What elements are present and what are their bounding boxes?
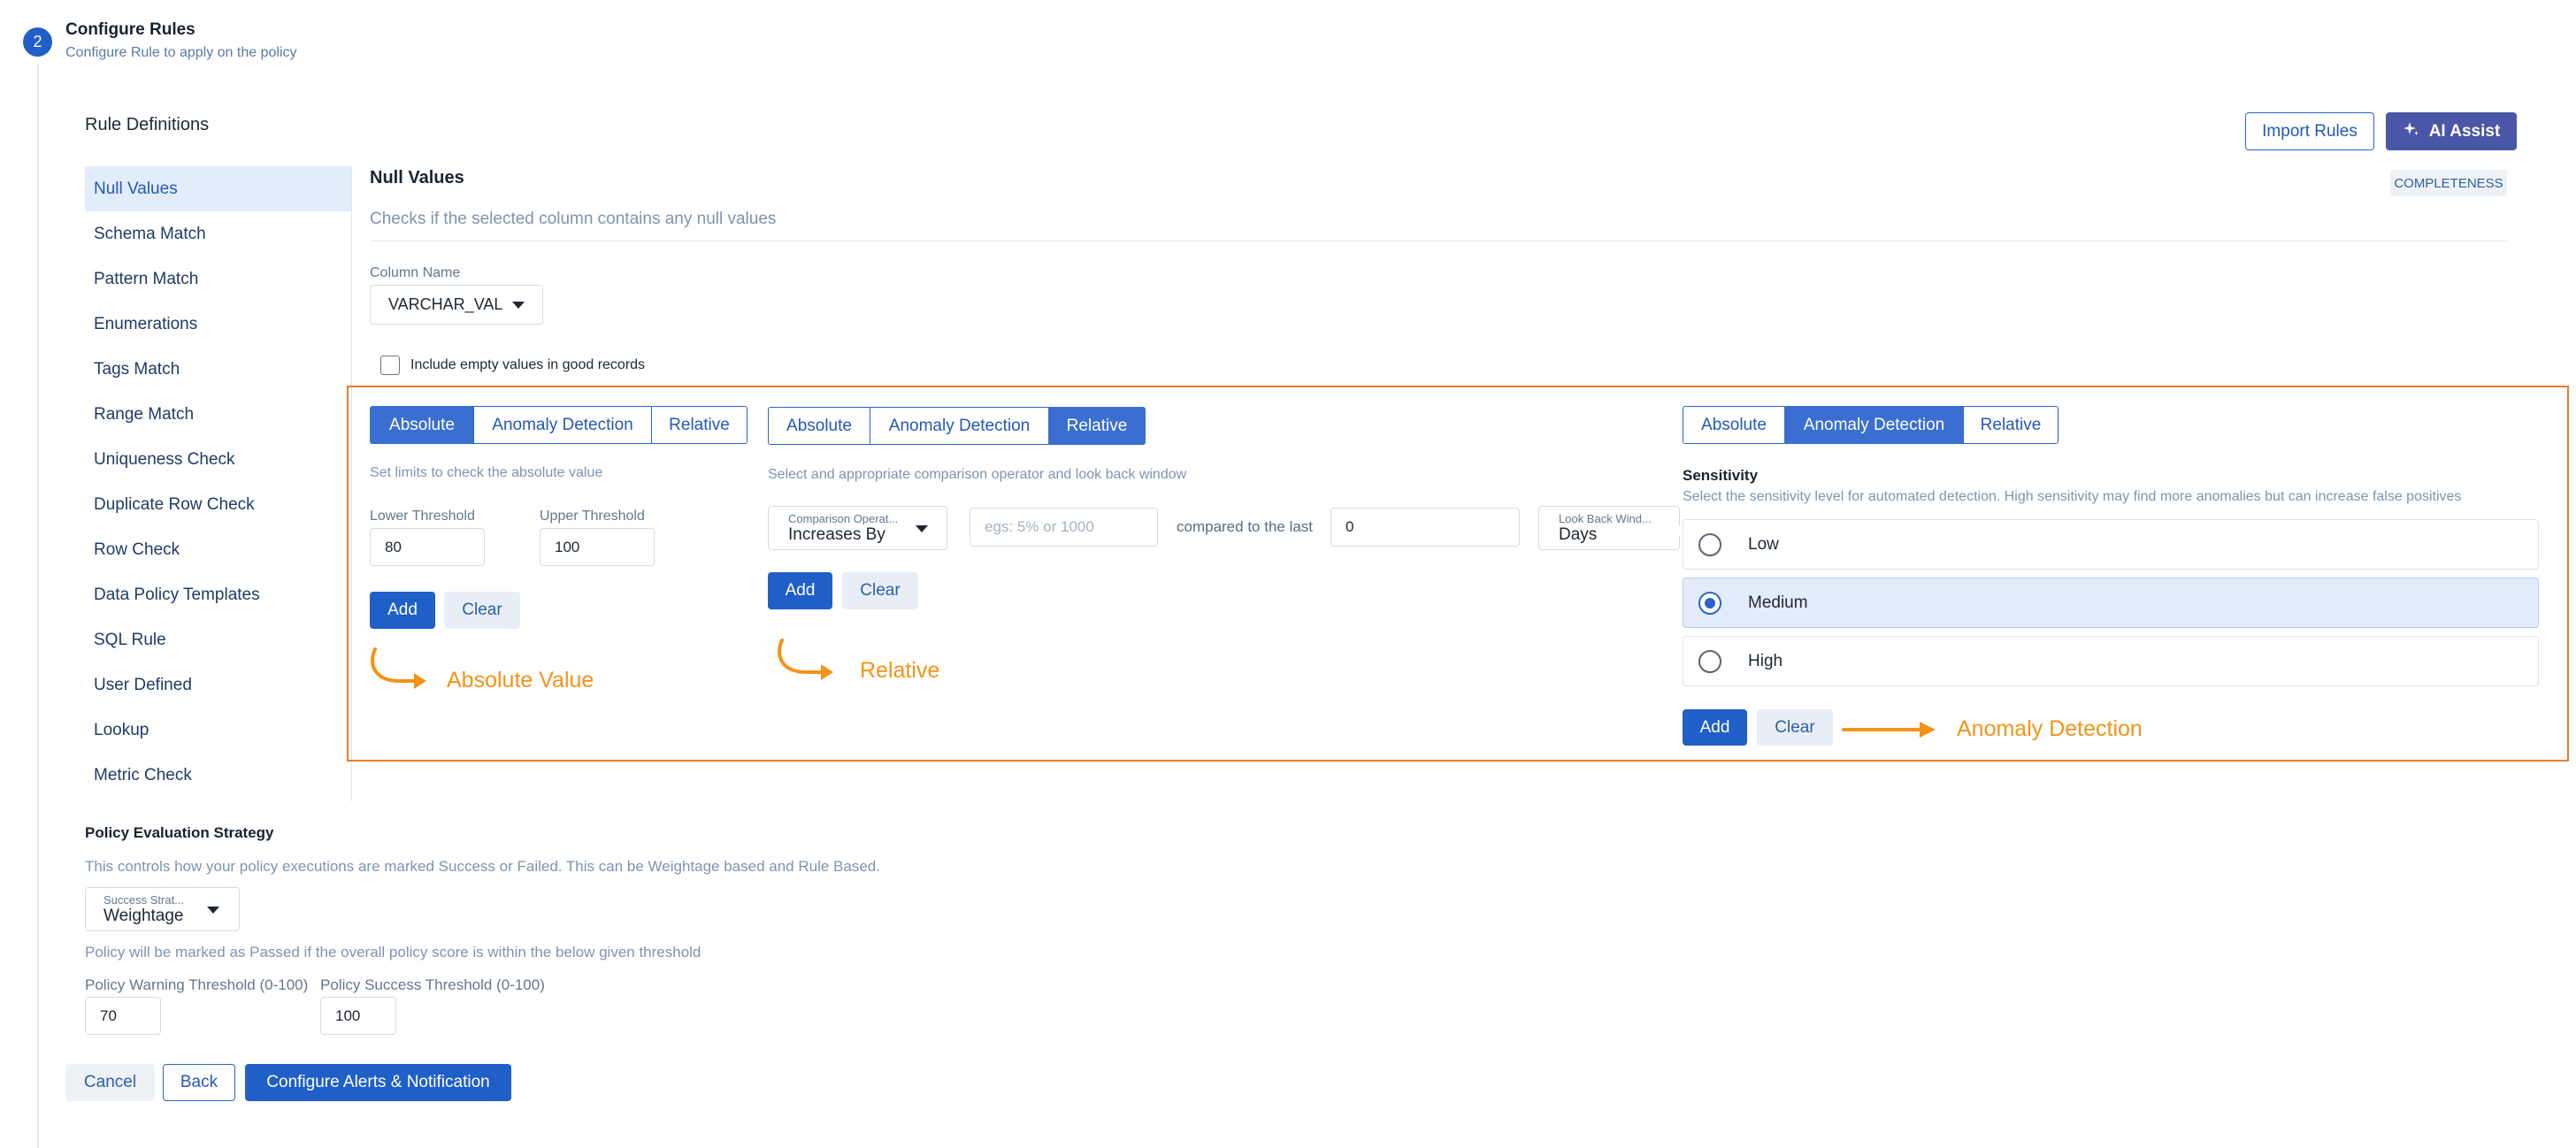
tab-absolute[interactable]: Absolute bbox=[768, 407, 870, 445]
sidebar-item-data-policy-templates[interactable]: Data Policy Templates bbox=[85, 572, 352, 617]
policy-strategy-description: This controls how your policy executions… bbox=[85, 858, 880, 875]
step-title: Configure Rules bbox=[65, 20, 196, 39]
lookback-value-input[interactable]: 0 bbox=[1330, 508, 1520, 547]
tab-anomaly-detection[interactable]: Anomaly Detection bbox=[1783, 406, 1965, 444]
rule-definitions-title: Rule Definitions bbox=[85, 115, 210, 134]
chevron-down-icon bbox=[512, 302, 525, 309]
comparison-amount-placeholder: egs: 5% or 1000 bbox=[985, 518, 1094, 535]
sidebar-item-tags-match[interactable]: Tags Match bbox=[85, 347, 352, 392]
import-rules-button[interactable]: Import Rules bbox=[2245, 112, 2374, 150]
chevron-down-icon bbox=[207, 907, 219, 914]
sidebar-item-null-values[interactable]: Null Values bbox=[85, 166, 352, 211]
tab-relative[interactable]: Relative bbox=[651, 406, 748, 444]
absolute-clear-button[interactable]: Clear bbox=[444, 592, 520, 629]
mode-tabs-relative: Absolute Anomaly Detection Relative bbox=[768, 407, 1146, 445]
relative-clear-button[interactable]: Clear bbox=[842, 572, 918, 609]
absolute-description: Set limits to check the absolute value bbox=[370, 465, 603, 480]
radio-high[interactable] bbox=[1698, 649, 1721, 673]
arrow-right-icon bbox=[1842, 722, 1936, 738]
lookback-window-label: Look Back Wind... bbox=[1559, 511, 1652, 525]
warning-threshold-input[interactable]: 70 bbox=[85, 997, 161, 1035]
radio-low[interactable] bbox=[1698, 532, 1721, 556]
tab-anomaly-detection[interactable]: Anomaly Detection bbox=[869, 407, 1050, 445]
success-threshold-input[interactable]: 100 bbox=[320, 997, 396, 1035]
sensitivity-option-high[interactable]: High bbox=[1683, 636, 2539, 686]
sensitivity-low-label: Low bbox=[1748, 534, 1779, 554]
lower-threshold-input[interactable]: 80 bbox=[370, 528, 485, 566]
comparison-operator-value: Increases By bbox=[788, 524, 886, 544]
ai-assist-label: AI Assist bbox=[2428, 121, 2501, 141]
sensitivity-high-label: High bbox=[1748, 651, 1783, 670]
comparison-amount-input[interactable]: egs: 5% or 1000 bbox=[970, 508, 1158, 547]
relative-description: Select and appropriate comparison operat… bbox=[768, 467, 1187, 482]
lookback-window-value: Days bbox=[1559, 524, 1598, 544]
success-strategy-value: Weightage bbox=[104, 906, 184, 925]
tab-relative[interactable]: Relative bbox=[1963, 406, 2058, 444]
absolute-annotation: Absolute Value bbox=[447, 668, 594, 693]
ai-assist-button[interactable]: AI Assist bbox=[2386, 112, 2517, 150]
mode-tabs-absolute: Absolute Anomaly Detection Relative bbox=[370, 406, 748, 444]
compared-to-text: compared to the last bbox=[1177, 518, 1314, 535]
include-empty-checkbox[interactable] bbox=[380, 356, 400, 375]
tab-absolute[interactable]: Absolute bbox=[1683, 406, 1785, 444]
sidebar-item-enumerations[interactable]: Enumerations bbox=[85, 302, 352, 347]
column-name-value: VARCHAR_VAL bbox=[388, 295, 503, 313]
lower-threshold-label: Lower Threshold bbox=[370, 509, 475, 524]
step-connector-line bbox=[37, 64, 39, 1148]
sidebar-item-schema-match[interactable]: Schema Match bbox=[85, 211, 352, 256]
column-name-label: Column Name bbox=[370, 265, 461, 280]
sidebar-item-metric-check[interactable]: Metric Check bbox=[85, 753, 352, 798]
tab-relative[interactable]: Relative bbox=[1048, 407, 1146, 445]
chevron-down-icon bbox=[916, 525, 928, 532]
curved-arrow-icon bbox=[778, 639, 833, 680]
lookback-window-select[interactable]: Look Back Wind... Days bbox=[1538, 506, 1680, 550]
include-empty-label: Include empty values in good records bbox=[410, 357, 646, 372]
step-number: 2 bbox=[23, 27, 52, 57]
sidebar-item-user-defined[interactable]: User Defined bbox=[85, 662, 352, 708]
radio-medium[interactable] bbox=[1698, 591, 1721, 615]
anomaly-add-button[interactable]: Add bbox=[1683, 709, 1747, 746]
tab-anomaly-detection[interactable]: Anomaly Detection bbox=[472, 406, 653, 444]
comparison-operator-select[interactable]: Comparison Operat... Increases By bbox=[768, 506, 947, 550]
rule-type-sidebar: Null Values Schema Match Pattern Match E… bbox=[85, 166, 352, 798]
category-badge: COMPLETENESS bbox=[2390, 170, 2507, 196]
sidebar-item-lookup[interactable]: Lookup bbox=[85, 708, 352, 753]
curved-arrow-icon bbox=[371, 647, 426, 689]
sensitivity-title: Sensitivity bbox=[1683, 467, 1759, 484]
success-strategy-select[interactable]: Success Strat... Weightage bbox=[85, 887, 240, 931]
upper-threshold-label: Upper Threshold bbox=[540, 509, 645, 524]
column-name-select[interactable]: VARCHAR_VAL bbox=[370, 285, 543, 325]
success-strategy-label: Success Strat... bbox=[104, 892, 185, 907]
comparison-operator-label: Comparison Operat... bbox=[788, 511, 899, 525]
upper-threshold-input[interactable]: 100 bbox=[540, 528, 655, 566]
sidebar-item-uniqueness-check[interactable]: Uniqueness Check bbox=[85, 437, 352, 482]
rule-panel-description: Checks if the selected column contains a… bbox=[370, 210, 777, 228]
sensitivity-option-medium[interactable]: Medium bbox=[1683, 578, 2539, 628]
policy-threshold-note: Policy will be marked as Passed if the o… bbox=[85, 944, 702, 960]
step-subtitle: Configure Rule to apply on the policy bbox=[65, 45, 297, 60]
configure-alerts-button[interactable]: Configure Alerts & Notification bbox=[245, 1064, 511, 1101]
sensitivity-option-low[interactable]: Low bbox=[1683, 519, 2539, 570]
back-button[interactable]: Back bbox=[163, 1064, 235, 1101]
sidebar-item-sql-rule[interactable]: SQL Rule bbox=[85, 617, 352, 662]
relative-add-button[interactable]: Add bbox=[768, 572, 832, 609]
sensitivity-medium-label: Medium bbox=[1748, 593, 1808, 612]
relative-annotation: Relative bbox=[860, 658, 940, 683]
sidebar-item-range-match[interactable]: Range Match bbox=[85, 392, 352, 437]
cancel-button[interactable]: Cancel bbox=[65, 1064, 155, 1101]
warning-threshold-label: Policy Warning Threshold (0-100) bbox=[85, 976, 309, 993]
sidebar-item-row-check[interactable]: Row Check bbox=[85, 527, 352, 572]
sidebar-item-pattern-match[interactable]: Pattern Match bbox=[85, 256, 352, 302]
rule-panel-title: Null Values bbox=[370, 168, 464, 188]
anomaly-clear-button[interactable]: Clear bbox=[1757, 709, 1833, 746]
mode-tabs-anomaly: Absolute Anomaly Detection Relative bbox=[1683, 406, 2059, 444]
success-threshold-label: Policy Success Threshold (0-100) bbox=[320, 976, 545, 993]
policy-strategy-title: Policy Evaluation Strategy bbox=[85, 824, 274, 841]
sidebar-item-duplicate-row-check[interactable]: Duplicate Row Check bbox=[85, 482, 352, 527]
tab-absolute[interactable]: Absolute bbox=[370, 406, 474, 444]
sparkle-icon bbox=[2403, 120, 2420, 143]
absolute-add-button[interactable]: Add bbox=[370, 592, 435, 629]
sensitivity-description: Select the sensitivity level for automat… bbox=[1683, 489, 2462, 504]
anomaly-annotation: Anomaly Detection bbox=[1957, 716, 2143, 741]
